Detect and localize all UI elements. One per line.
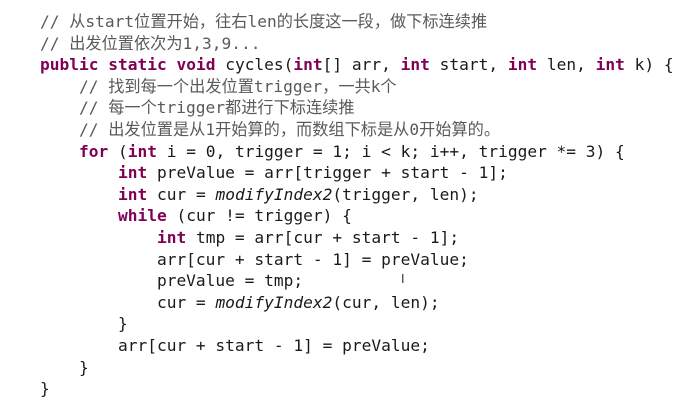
code-text: [] arr, [322, 55, 401, 75]
code-editor[interactable]: // 从start位置开始，往右len的长度这一段，做下标连续推 // 出发位置依… [40, 11, 674, 400]
keyword: for [78, 141, 109, 161]
code-text: } [40, 379, 50, 399]
code-text: i = 0, trigger = 1; i < k; i++, trigger … [156, 141, 625, 161]
code-text: (cur != trigger) { [166, 206, 352, 226]
code-line[interactable]: } [40, 313, 674, 335]
code-text: arr[cur + start - 1] = preValue; [40, 249, 469, 269]
keyword: int [127, 141, 157, 161]
code-text: cur = [40, 292, 216, 312]
code-text: cur = [147, 184, 216, 204]
code-line[interactable]: int tmp = arr[cur + start - 1]; [40, 227, 674, 249]
code-line[interactable]: public static void cycles(int[] arr, int… [40, 54, 674, 76]
code-line[interactable]: preValue = tmp; [40, 270, 674, 292]
keyword: int [293, 55, 323, 75]
code-line[interactable]: // 找到每一个出发位置trigger，一共k个 [40, 76, 674, 98]
method-call: modifyIndex2 [215, 292, 333, 312]
comment: // 出发位置是从1开始算的，而数组下标是从0开始算的。 [40, 119, 501, 139]
code-text: tmp = arr[cur + start - 1]; [186, 227, 460, 247]
code-line[interactable]: cur = modifyIndex2(cur, len); [40, 292, 674, 314]
keyword: int [117, 184, 148, 204]
code-line[interactable]: // 出发位置依次为1,3,9... [40, 33, 674, 55]
code-text: cycles( [215, 55, 294, 75]
code-line[interactable]: // 从start位置开始，往右len的长度这一段，做下标连续推 [40, 11, 674, 33]
code-text: } [40, 357, 89, 377]
code-line[interactable]: arr[cur + start - 1] = preValue; [40, 335, 674, 357]
keyword: void [176, 55, 216, 75]
keyword: static [108, 55, 167, 75]
code-text: preValue = tmp; [40, 271, 304, 291]
comment: // 找到每一个出发位置trigger，一共k个 [40, 76, 397, 96]
code-line[interactable]: } [40, 378, 674, 400]
code-text: (trigger, len); [332, 184, 479, 204]
code-line[interactable]: while (cur != trigger) { [40, 205, 674, 227]
keyword: int [117, 163, 148, 183]
code-text: arr[cur + start - 1] = preValue; [40, 335, 430, 355]
code-line[interactable]: int preValue = arr[trigger + start - 1]; [40, 162, 674, 184]
comment: // 从start位置开始，往右len的长度这一段，做下标连续推 [40, 12, 488, 31]
keyword: int [400, 55, 430, 75]
keyword: int [156, 227, 187, 247]
keyword: public [40, 55, 99, 75]
code-text: (cur, len); [332, 292, 440, 312]
code-text: k) { [624, 55, 674, 75]
code-text: start, [429, 55, 508, 75]
keyword: int [595, 55, 625, 75]
code-text: ( [108, 141, 128, 161]
comment: // 每一个trigger都进行下标连续推 [40, 98, 355, 118]
code-text: preValue = arr[trigger + start - 1]; [147, 163, 508, 183]
keyword: while [117, 206, 167, 226]
code-text: } [40, 314, 128, 334]
text-cursor-icon: I [401, 272, 405, 286]
code-line[interactable]: } [40, 357, 674, 379]
comment: // 出发位置依次为1,3,9... [40, 33, 261, 53]
code-line[interactable]: arr[cur + start - 1] = preValue; [40, 249, 674, 271]
code-line[interactable]: for (int i = 0, trigger = 1; i < k; i++,… [40, 141, 674, 163]
code-line[interactable]: // 每一个trigger都进行下标连续推 [40, 97, 674, 119]
code-line[interactable]: int cur = modifyIndex2(trigger, len); [40, 184, 674, 206]
code-text: len, [537, 55, 596, 75]
method-call: modifyIndex2 [215, 184, 333, 204]
keyword: int [507, 55, 538, 75]
code-line[interactable]: // 出发位置是从1开始算的，而数组下标是从0开始算的。 [40, 119, 674, 141]
